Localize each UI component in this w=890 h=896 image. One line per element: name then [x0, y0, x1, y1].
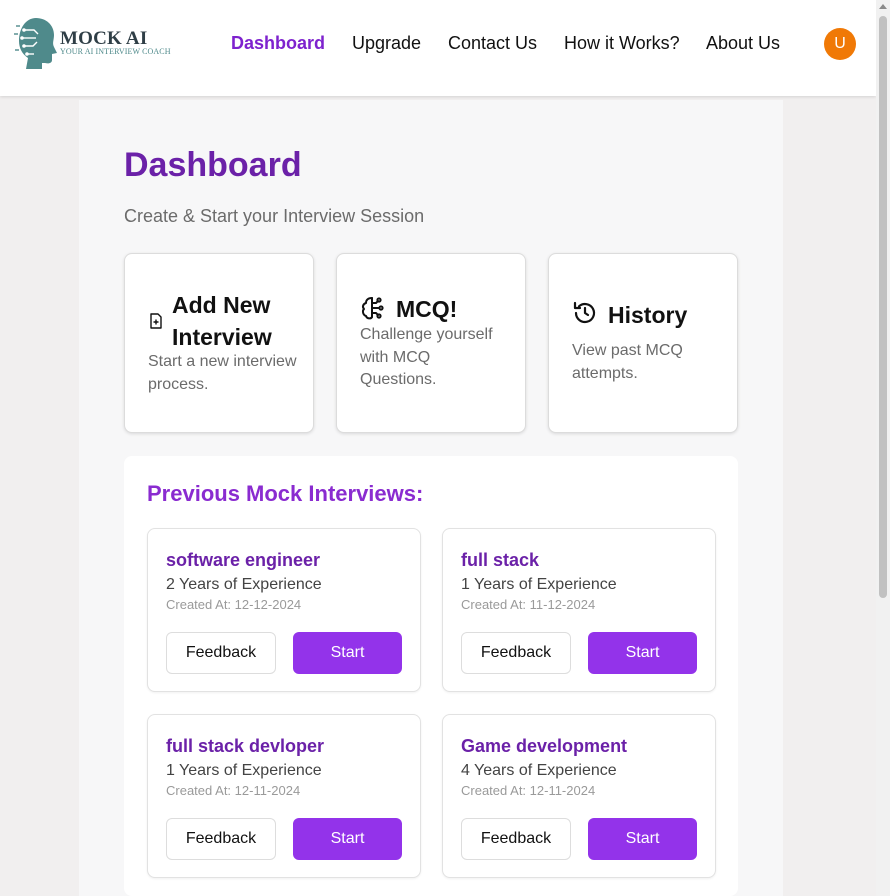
start-button[interactable]: Start — [293, 632, 402, 674]
interview-card: full stack devloper 1 Years of Experienc… — [147, 714, 421, 878]
card-title: Add New Interview — [172, 292, 272, 350]
nav-dashboard[interactable]: Dashboard — [231, 33, 325, 54]
page-title: Dashboard — [124, 146, 302, 184]
page-scrollbar[interactable] — [876, 0, 890, 896]
nav-contact-us[interactable]: Contact Us — [448, 33, 537, 54]
page-subtitle: Create & Start your Interview Session — [124, 206, 425, 226]
nav-how-it-works[interactable]: How it Works? — [564, 33, 680, 54]
start-button[interactable]: Start — [588, 632, 697, 674]
interview-role: Game development — [461, 736, 628, 756]
interview-role: full stack — [461, 550, 540, 570]
card-description: Challenge yourself with MCQ Questions. — [360, 326, 493, 388]
feedback-button[interactable]: Feedback — [461, 632, 571, 674]
top-navbar: MOCK AI YOUR AI INTERVIEW COACH Dashboar… — [0, 0, 876, 96]
interview-card: software engineer 2 Years of Experience … — [147, 528, 421, 692]
interview-role: software engineer — [166, 550, 321, 570]
scroll-up-arrow-icon[interactable] — [879, 4, 887, 9]
nav-upgrade[interactable]: Upgrade — [352, 33, 421, 54]
interview-experience: 4 Years of Experience — [461, 762, 617, 779]
feedback-button[interactable]: Feedback — [166, 632, 276, 674]
interview-card: full stack 1 Years of Experience Created… — [442, 528, 716, 692]
previous-interviews-title: Previous Mock Interviews: — [147, 481, 424, 506]
add-new-interview-card[interactable]: Add New Interview Start a new interview … — [124, 253, 314, 433]
mcq-card[interactable]: MCQ! Challenge yourself with MCQ Questio… — [336, 253, 526, 433]
history-card[interactable]: History View past MCQ attempts. — [548, 253, 738, 433]
interview-card: Game development 4 Years of Experience C… — [442, 714, 716, 878]
feedback-button[interactable]: Feedback — [461, 818, 571, 860]
nav-about-us[interactable]: About Us — [706, 33, 780, 54]
history-icon — [573, 301, 596, 324]
interview-role: full stack devloper — [166, 736, 325, 756]
user-avatar[interactable]: U — [824, 28, 856, 60]
card-description: Start a new interview process. — [148, 353, 297, 393]
interview-created-date: Created At: 12-11-2024 — [166, 783, 301, 798]
card-description: View past MCQ attempts. — [572, 342, 683, 382]
start-button[interactable]: Start — [293, 818, 402, 860]
interview-created-date: Created At: 12-11-2024 — [461, 783, 596, 798]
card-title: History — [608, 302, 688, 328]
ai-head-logo-icon — [14, 18, 57, 69]
scrollbar-thumb[interactable] — [879, 16, 887, 598]
feedback-button[interactable]: Feedback — [166, 818, 276, 860]
interview-experience: 2 Years of Experience — [166, 576, 322, 593]
start-button[interactable]: Start — [588, 818, 697, 860]
brain-icon — [361, 297, 384, 320]
file-plus-icon — [150, 313, 162, 329]
interview-created-date: Created At: 11-12-2024 — [461, 597, 596, 612]
logo-tagline: YOUR AI INTERVIEW COACH — [60, 47, 171, 56]
interview-created-date: Created At: 12-12-2024 — [166, 597, 302, 612]
logo[interactable]: MOCK AI YOUR AI INTERVIEW COACH — [14, 16, 194, 72]
interview-experience: 1 Years of Experience — [166, 762, 322, 779]
interview-experience: 1 Years of Experience — [461, 576, 617, 593]
card-title: MCQ! — [396, 296, 458, 322]
